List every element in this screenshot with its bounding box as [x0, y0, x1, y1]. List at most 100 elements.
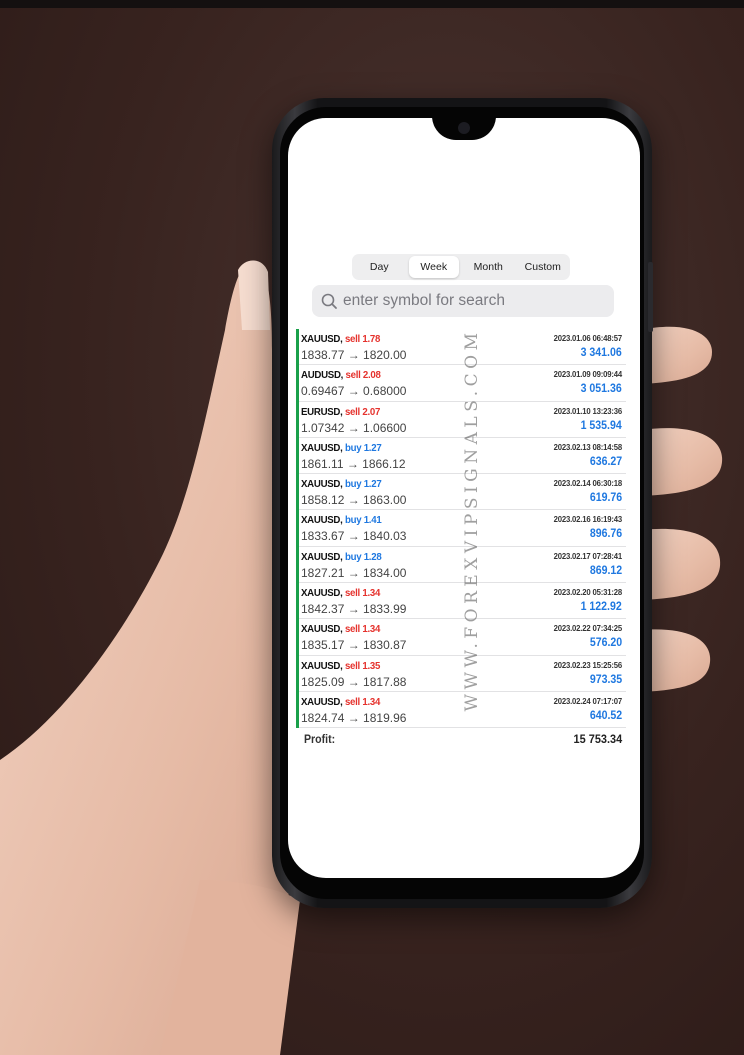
trade-side: buy 1.28: [344, 550, 382, 563]
trade-symbol: XAUUSD, sell 1.34: [301, 696, 380, 708]
trade-row[interactable]: XAUUSD, buy 1.41 1833.67 → 1840.03 2023.02…: [296, 510, 626, 547]
symbol-name: XAUUSD,: [301, 659, 343, 672]
trade-symbol: XAUUSD, buy 1.27: [301, 441, 382, 454]
trade-prices: 1842.37 → 1833.99: [301, 602, 407, 617]
trade-row[interactable]: XAUUSD, buy 1.27 1861.11 → 1866.12 2023.02…: [296, 437, 626, 475]
tab-day[interactable]: Day: [354, 256, 405, 278]
trade-time: 2023.02.17 07:28:41: [553, 550, 623, 561]
trade-row[interactable]: XAUUSD, sell 1.34 1824.74 → 1819.96 2023.0…: [296, 691, 626, 729]
tab-month[interactable]: Month: [463, 256, 514, 278]
search-icon: [321, 293, 337, 309]
trade-side: sell 1.34: [344, 623, 381, 636]
profit-label: Profit:: [304, 734, 336, 746]
trade-profit: 3 051.36: [580, 383, 622, 396]
position-indicator: [296, 365, 299, 402]
trade-time: 2023.02.24 07:17:07: [553, 695, 623, 706]
symbol-name: XAUUSD,: [301, 478, 343, 491]
tab-week[interactable]: Week: [408, 256, 459, 278]
trade-time: 2023.01.09 09:09:44: [553, 369, 623, 380]
trade-side: buy 1.41: [344, 514, 382, 527]
trade-row[interactable]: XAUUSD, buy 1.28 1827.21 → 1834.00 2023.02…: [296, 546, 626, 584]
trade-row[interactable]: EURUSD, sell 2.07 1.07342 → 1.06600 2023.0…: [296, 401, 626, 438]
search-placeholder: enter symbol for search: [343, 292, 505, 309]
period-segmented-control: Day Week Month Custom: [352, 254, 570, 280]
trade-symbol: XAUUSD, sell 1.34: [301, 587, 380, 599]
trade-profit: 576.20: [589, 637, 622, 650]
symbol-name: XAUUSD,: [301, 333, 343, 345]
trade-profit: 869.12: [589, 564, 622, 577]
trade-prices: 1824.74 → 1819.96: [301, 710, 407, 725]
trade-list: XAUUSD, sell 1.78 1838.77 → 1820.00 2023.0…: [296, 329, 626, 729]
trade-row[interactable]: XAUUSD, sell 1.34 1842.37 → 1833.99 2023.0…: [296, 583, 626, 620]
trade-symbol: XAUUSD, sell 1.35: [301, 660, 380, 672]
trade-time: 2023.02.22 07:34:25: [553, 623, 623, 634]
trade-time: 2023.02.16 16:19:43: [553, 514, 623, 525]
trade-profit: 1 535.94: [580, 419, 622, 432]
top-band: [0, 0, 744, 8]
trade-row[interactable]: XAUUSD, sell 1.35 1825.09 → 1817.88 2023.0…: [296, 655, 626, 692]
trade-time: 2023.02.23 15:25:56: [553, 659, 623, 670]
trade-prices: 1827.21 → 1834.00: [301, 565, 407, 580]
trade-prices: 1861.11 → 1866.12: [301, 456, 406, 471]
symbol-name: XAUUSD,: [301, 550, 343, 563]
trade-symbol: AUDUSD, sell 2.08: [301, 369, 381, 381]
trade-row[interactable]: AUDUSD, sell 2.08 0.69467 → 0.68000 2023.0…: [296, 365, 626, 402]
trade-symbol: XAUUSD, buy 1.27: [301, 478, 382, 491]
profit-total: 15 753.34: [573, 734, 622, 746]
position-indicator: [296, 437, 299, 475]
position-indicator: [296, 546, 299, 584]
position-indicator: [296, 474, 299, 511]
tab-custom[interactable]: Custom: [518, 256, 569, 278]
trade-time: 2023.01.10 13:23:36: [553, 405, 623, 416]
position-indicator: [296, 510, 299, 547]
symbol-name: AUDUSD,: [301, 369, 344, 382]
trade-profit: 1 122.92: [580, 601, 622, 614]
camera-icon: [458, 122, 470, 134]
trade-side: buy 1.27: [344, 478, 382, 491]
trade-prices: 1835.17 → 1830.87: [301, 638, 407, 653]
trade-row[interactable]: XAUUSD, sell 1.78 1838.77 → 1820.00 2023.0…: [296, 329, 626, 366]
trade-side: sell 2.08: [345, 369, 381, 382]
trade-time: 2023.02.13 08:14:58: [553, 441, 623, 452]
trade-profit: 896.76: [589, 528, 622, 541]
symbol-name: XAUUSD,: [301, 514, 343, 527]
position-indicator: [296, 691, 299, 729]
trade-profit: 3 341.06: [580, 347, 622, 359]
trade-profit: 640.52: [589, 709, 622, 722]
symbol-name: XAUUSD,: [301, 587, 343, 600]
symbol-name: XAUUSD,: [301, 441, 343, 454]
position-indicator: [296, 583, 299, 620]
trade-time: 2023.01.06 06:48:57: [553, 333, 623, 343]
position-indicator: [296, 655, 299, 692]
trade-symbol: XAUUSD, buy 1.28: [301, 550, 382, 563]
symbol-name: XAUUSD,: [301, 623, 343, 636]
position-indicator: [296, 619, 299, 656]
trade-row[interactable]: XAUUSD, buy 1.27 1858.12 → 1863.00 2023.02…: [296, 474, 626, 511]
trade-time: 2023.02.20 05:31:28: [553, 587, 623, 598]
trade-prices: 1825.09 → 1817.88: [301, 674, 407, 689]
trade-symbol: XAUUSD, buy 1.41: [301, 514, 382, 527]
search-input[interactable]: enter symbol for search: [312, 285, 614, 317]
trade-side: buy 1.27: [344, 441, 382, 454]
trade-row[interactable]: XAUUSD, sell 1.34 1835.17 → 1830.87 2023.0…: [296, 619, 626, 656]
position-indicator: [296, 329, 299, 366]
position-indicator: [296, 401, 299, 438]
trade-prices: 1858.12 → 1863.00: [301, 493, 407, 508]
trade-prices: 1.07342 → 1.06600: [301, 420, 407, 435]
trade-prices: 1833.67 → 1840.03: [301, 529, 407, 544]
trade-side: sell 1.78: [344, 333, 381, 345]
profit-summary: Profit: 15 753.34: [296, 732, 626, 752]
trade-profit: 619.76: [589, 492, 622, 505]
trade-side: sell 1.34: [344, 587, 381, 600]
watermark-text: WWW.FOREXVIPSIGNALS.COM: [462, 328, 482, 712]
trade-profit: 973.35: [589, 673, 622, 686]
trade-symbol: XAUUSD, sell 1.78: [301, 333, 380, 345]
phone-side-button: [648, 262, 653, 332]
symbol-name: EURUSD,: [301, 405, 343, 418]
trade-side: sell 1.34: [344, 695, 381, 708]
trade-symbol: XAUUSD, sell 1.34: [301, 623, 380, 635]
trade-time: 2023.02.14 06:30:18: [553, 478, 623, 489]
camera-notch: [432, 118, 496, 140]
trade-prices: 0.69467 → 0.68000: [301, 384, 407, 399]
trade-side: sell 1.35: [344, 659, 381, 672]
